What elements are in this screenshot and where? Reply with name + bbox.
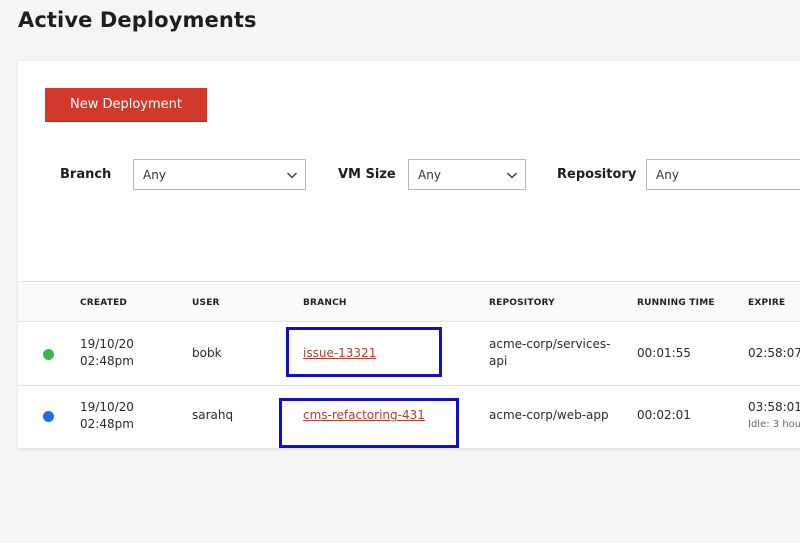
column-header-user: USER [192,298,220,308]
expire-cell: 03:58:01 Idle: 3 hou [748,399,800,433]
column-header-repository: REPOSITORY [489,298,555,308]
repository-line: api [489,354,508,368]
running-time-cell: 00:01:55 [637,346,691,360]
deployments-panel: New Deployment Branch Any VM Size Any Re… [18,61,800,448]
repository-filter-select[interactable]: Any [646,159,800,190]
column-header-running-time: RUNNING TIME [637,298,715,308]
repository-filter-label: Repository [557,167,637,182]
repository-cell: acme-corp/services- api [489,336,610,370]
new-deployment-button[interactable]: New Deployment [45,88,207,122]
created-date: 19/10/20 [80,337,134,351]
branch-filter-select[interactable]: Any [133,159,306,190]
expire-time: 03:58:01 [748,400,800,414]
chevron-down-icon [507,172,517,179]
repository-line: acme-corp/services- [489,337,611,351]
expire-cell: 02:58:07 [748,346,800,360]
branch-link[interactable]: issue-13321 [303,345,376,362]
status-dot-icon [43,411,54,422]
repository-line: acme-corp/web-app [489,408,609,422]
created-time: 02:48pm [80,417,134,431]
chevron-down-icon [287,172,297,179]
user-cell: sarahq [192,408,234,422]
branch-filter-value: Any [143,168,166,182]
branch-filter-label: Branch [60,167,112,182]
created-cell: 19/10/20 02:48pm [80,399,134,433]
column-header-created: CREATED [80,298,128,308]
page-title: Active Deployments [18,8,257,32]
branch-link[interactable]: cms-refactoring-431 [303,407,425,424]
table-row[interactable]: 19/10/20 02:48pm bobk issue-13321 acme-c… [18,322,800,386]
vm-size-filter-select[interactable]: Any [408,159,526,190]
repository-cell: acme-corp/web-app [489,407,609,424]
user-cell: bobk [192,346,222,360]
repository-filter-value: Any [656,168,679,182]
created-time: 02:48pm [80,354,134,368]
column-header-expire: EXPIRE [748,298,786,308]
table-header: CREATED USER BRANCH REPOSITORY RUNNING T… [18,281,800,322]
status-dot-icon [43,349,54,360]
expire-idle-note: Idle: 3 hou [748,419,800,430]
vm-size-filter-label: VM Size [338,167,396,182]
created-cell: 19/10/20 02:48pm [80,336,134,370]
column-header-branch: BRANCH [303,298,347,308]
vm-size-filter-value: Any [418,168,441,182]
table-row[interactable]: 19/10/20 02:48pm sarahq cms-refactoring-… [18,386,800,448]
created-date: 19/10/20 [80,400,134,414]
running-time-cell: 00:02:01 [637,408,691,422]
